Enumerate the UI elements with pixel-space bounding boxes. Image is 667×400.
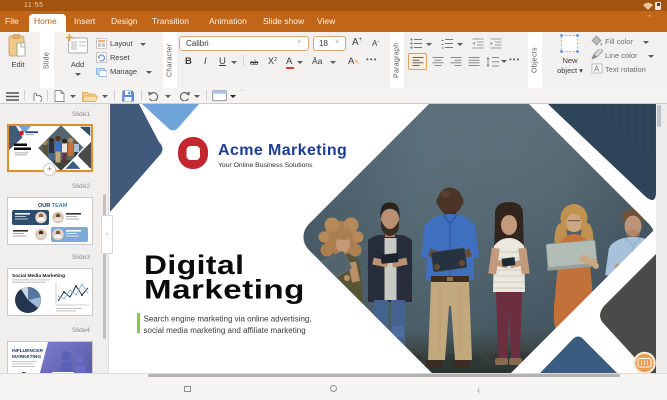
svg-text:MARKETING: MARKETING <box>12 354 41 360</box>
svg-text:OUR TEAM: OUR TEAM <box>38 203 68 209</box>
svg-text:Search engine marketing via on: Search engine marketing via online adver… <box>144 315 312 324</box>
svg-text:Your Online Business Solutions: Your Online Business Solutions <box>218 162 313 169</box>
svg-text:INFLUENCER: INFLUENCER <box>12 348 43 354</box>
svg-text:social media marketing and aff: social media marketing and affiliate mar… <box>144 326 306 335</box>
svg-text:A: A <box>594 65 600 74</box>
svg-text:Marketing: Marketing <box>144 276 305 305</box>
svg-text:Social Media Marketing: Social Media Marketing <box>12 273 65 279</box>
svg-text:Acme Marketing: Acme Marketing <box>218 142 347 159</box>
